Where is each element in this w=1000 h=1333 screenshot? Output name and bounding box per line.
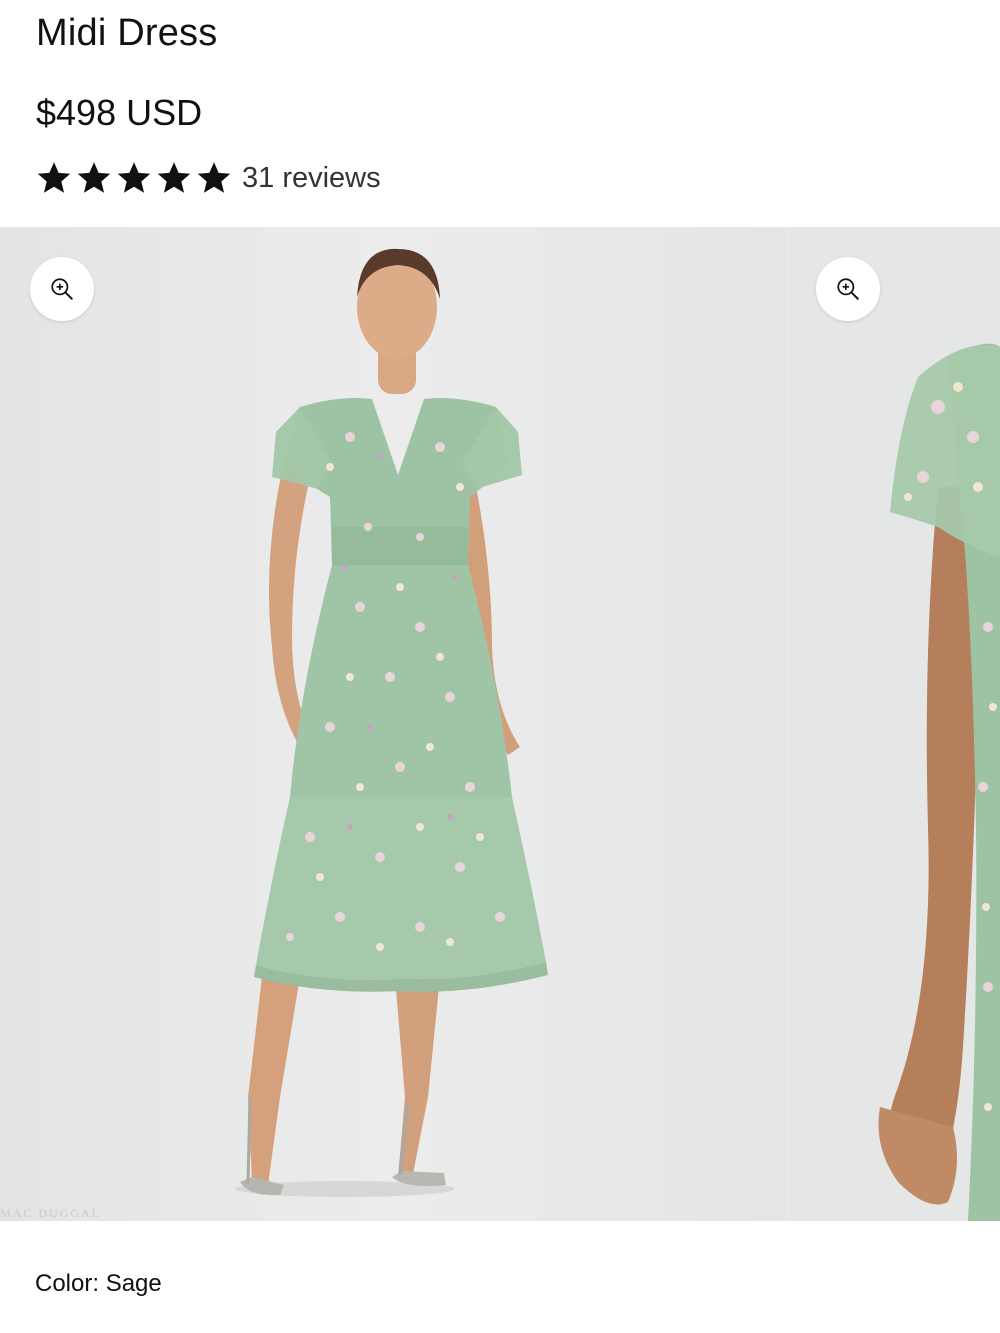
selected-color-label: Color: Sage bbox=[35, 1270, 162, 1297]
model-closeup-image bbox=[788, 227, 1000, 1221]
brand-watermark: MAC DUGGAL bbox=[0, 1206, 101, 1220]
product-title: Midi Dress bbox=[36, 12, 218, 54]
zoom-in-icon bbox=[51, 278, 73, 300]
star-icon bbox=[197, 162, 231, 193]
product-rating[interactable]: 31 reviews bbox=[36, 160, 381, 196]
zoom-button[interactable] bbox=[30, 257, 94, 321]
star-icon bbox=[117, 162, 151, 193]
zoom-button[interactable] bbox=[816, 257, 880, 321]
product-image-gallery[interactable]: MAC DUGGAL bbox=[0, 227, 1000, 1221]
zoom-in-icon bbox=[837, 278, 859, 300]
reviews-link[interactable]: 31 reviews bbox=[242, 162, 381, 195]
star-icon bbox=[157, 162, 191, 193]
star-icon bbox=[77, 162, 111, 193]
product-image-front[interactable]: MAC DUGGAL bbox=[0, 227, 786, 1221]
star-icon bbox=[37, 162, 71, 193]
product-image-closeup[interactable] bbox=[788, 227, 1000, 1221]
product-price: $498 USD bbox=[36, 92, 203, 133]
star-rating bbox=[36, 160, 232, 196]
model-front-image bbox=[0, 227, 786, 1221]
